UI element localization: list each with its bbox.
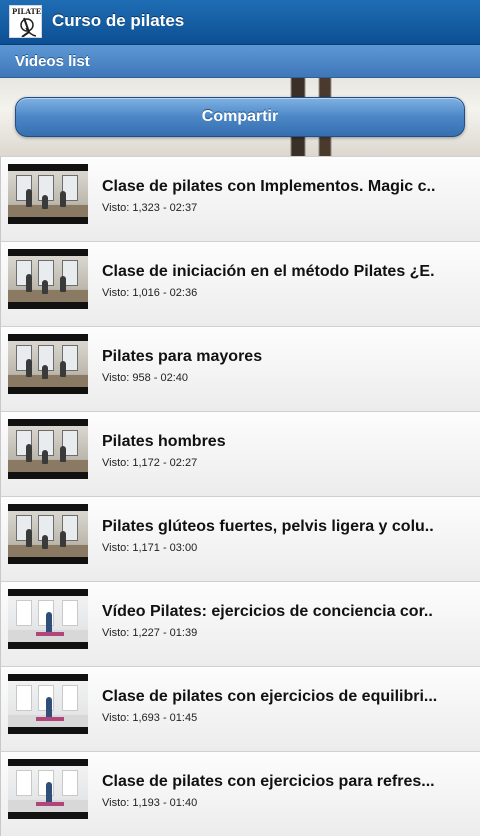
video-stats: Visto: 1,016 - 02:36 (102, 287, 198, 299)
video-list-item[interactable]: Clase de pilates con Implementos. Magic … (0, 156, 480, 241)
video-list-item[interactable]: Clase de iniciación en el método Pilates… (0, 241, 480, 326)
video-list-item[interactable]: Vídeo Pilates: ejercicios de conciencia … (0, 581, 480, 666)
video-stats: Visto: 1,227 - 01:39 (102, 627, 198, 639)
video-list-item[interactable]: Clase de pilates con ejercicios de equil… (0, 666, 480, 751)
video-title: Pilates para mayores (102, 348, 263, 365)
video-thumbnail (8, 249, 88, 309)
video-title: Pilates glúteos fuertes, pelvis ligera y… (102, 518, 434, 535)
video-thumbnail (8, 589, 88, 649)
video-thumbnail (8, 759, 88, 819)
video-title: Clase de pilates con ejercicios para ref… (102, 773, 435, 790)
video-title: Clase de pilates con ejercicios de equil… (102, 688, 438, 705)
videos-list-header: Videos list (0, 45, 480, 78)
video-thumbnail (8, 504, 88, 564)
logo-figure-icon (20, 17, 37, 37)
video-thumbnail (8, 164, 88, 224)
share-button[interactable]: Compartir (15, 97, 465, 137)
video-title: Clase de iniciación en el método Pilates… (102, 263, 435, 280)
video-stats: Visto: 1,693 - 01:45 (102, 712, 198, 724)
app-logo: PILATES (9, 5, 42, 38)
videos-list-label: Videos list (15, 53, 90, 70)
video-stats: Visto: 958 - 02:40 (102, 372, 189, 384)
app-titlebar: PILATES Curso de pilates (0, 0, 480, 45)
video-list-item[interactable]: Pilates hombres Visto: 1,172 - 02:27 (0, 411, 480, 496)
app-title: Curso de pilates (52, 11, 185, 30)
video-stats: Visto: 1,193 - 01:40 (102, 797, 198, 809)
video-stats: Visto: 1,323 - 02:37 (102, 202, 198, 214)
video-stats: Visto: 1,172 - 02:27 (102, 457, 198, 469)
video-list-item[interactable]: Pilates glúteos fuertes, pelvis ligera y… (0, 496, 480, 581)
video-list: Clase de pilates con Implementos. Magic … (0, 156, 480, 836)
video-list-item[interactable]: Clase de pilates con ejercicios para ref… (0, 751, 480, 836)
video-thumbnail (8, 674, 88, 734)
video-title: Pilates hombres (102, 433, 226, 450)
video-thumbnail (8, 419, 88, 479)
video-thumbnail (8, 334, 88, 394)
video-title: Clase de pilates con Implementos. Magic … (102, 178, 436, 195)
video-stats: Visto: 1,171 - 03:00 (102, 542, 198, 554)
video-list-item[interactable]: Pilates para mayores Visto: 958 - 02:40 (0, 326, 480, 411)
video-title: Vídeo Pilates: ejercicios de conciencia … (102, 603, 433, 620)
